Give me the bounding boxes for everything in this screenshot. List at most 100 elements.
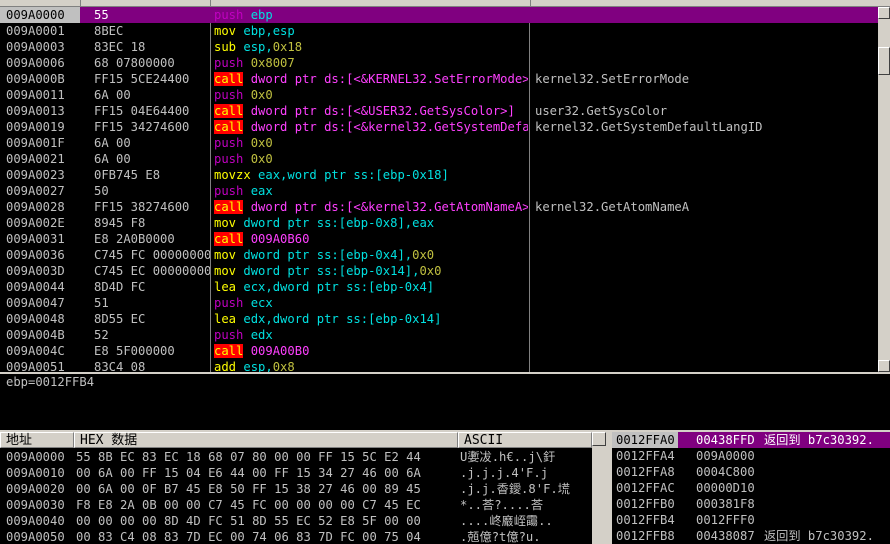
disasm-row[interactable]: 009A001F 6A 00 push 0x0 bbox=[0, 135, 878, 151]
disasm-mnemonic: push bbox=[214, 184, 244, 198]
disasm-instruction: call dword ptr ds:[<&KERNEL32.SetErrorMo… bbox=[214, 71, 528, 87]
disasm-row[interactable]: 009A003D C745 EC 00000000 mov dword ptr ss… bbox=[0, 263, 878, 279]
disasm-address: 009A0001 bbox=[6, 24, 65, 38]
dump-header-ascii[interactable]: ASCII bbox=[458, 432, 592, 448]
disasm-mnemonic: sub bbox=[214, 40, 237, 54]
disasm-instruction: call dword ptr ds:[<&kernel32.GetSystemD… bbox=[214, 119, 528, 135]
disasm-comment: kernel32.SetErrorMode bbox=[535, 72, 690, 86]
stack-value: 00000D10 bbox=[696, 481, 755, 495]
disasm-row[interactable]: 009A0001 8BEC mov ebp,esp bbox=[0, 23, 878, 39]
disasm-instruction: mov dword ptr ss:[ebp-0x4],0x0 bbox=[214, 247, 528, 263]
disasm-immediate: 0x0 bbox=[250, 136, 273, 150]
disasm-row[interactable]: 009A0027 50 push eax bbox=[0, 183, 878, 199]
disasm-instruction: push 0x0 bbox=[214, 151, 528, 167]
disasm-row[interactable]: 009A0003 83EC 18 sub esp,0x18 bbox=[0, 39, 878, 55]
stack-row[interactable]: 0012FFAC 00000D10 bbox=[612, 480, 890, 496]
disasm-hex-bytes: 6A 00 bbox=[94, 88, 131, 102]
disasm-row[interactable]: 009A002E 8945 F8 mov dword ptr ss:[ebp-0x8… bbox=[0, 215, 878, 231]
scroll-up-arrow-icon[interactable] bbox=[878, 7, 890, 19]
scroll-up-arrow-icon[interactable] bbox=[592, 432, 606, 446]
column-divider[interactable] bbox=[210, 0, 211, 6]
disasm-row[interactable]: 009A0051 83C4 08 add esp,0x8 bbox=[0, 359, 878, 372]
stack-row[interactable]: 0012FFB8 00438087 返回到 b7c30392. bbox=[612, 528, 890, 544]
stack-pane[interactable]: 0012FFA0 00438FFD 返回到 b7c30392. 0012FFA4 009… bbox=[612, 432, 890, 544]
disasm-mnemonic: push bbox=[214, 296, 244, 310]
disasm-instruction: call dword ptr ds:[<&USER32.GetSysColor>… bbox=[214, 103, 528, 119]
disasm-address: 009A002E bbox=[6, 216, 65, 230]
stack-row[interactable]: 0012FFA8 0004C800 bbox=[612, 464, 890, 480]
disasm-address: 009A0048 bbox=[6, 312, 65, 326]
stack-value: 00438FFD bbox=[696, 433, 755, 447]
dump-row[interactable]: 009A0050 00 83 C4 08 83 7D EC 00 74 06 83… bbox=[0, 529, 608, 544]
disasm-mnemonic: add bbox=[214, 360, 237, 372]
disasm-row[interactable]: 009A0048 8D55 EC lea edx,dword ptr ss:[ebp… bbox=[0, 311, 878, 327]
dump-header-hex[interactable]: HEX 数据 bbox=[74, 432, 458, 448]
disasm-row[interactable]: 009A0021 6A 00 push 0x0 bbox=[0, 151, 878, 167]
stack-row[interactable]: 0012FFA0 00438FFD 返回到 b7c30392. bbox=[612, 432, 890, 448]
dump-row[interactable]: 009A0000 55 8B EC 83 EC 18 68 07 80 00 00… bbox=[0, 449, 608, 465]
disasm-row[interactable]: 009A004B 52 push edx bbox=[0, 327, 878, 343]
dump-scrollbar[interactable] bbox=[592, 432, 606, 544]
dump-ascii: ....峂黀峌霷.. bbox=[460, 514, 553, 528]
disasm-row[interactable]: 009A0000 55 push ebp bbox=[0, 7, 878, 23]
stack-row[interactable]: 0012FFB4 0012FFF0 bbox=[612, 512, 890, 528]
column-divider[interactable] bbox=[80, 0, 81, 6]
disasm-row[interactable]: 009A0047 51 push ecx bbox=[0, 295, 878, 311]
disasm-row[interactable]: 009A0013 FF15 04E64400 call dword ptr ds:[… bbox=[0, 103, 878, 119]
disasm-row[interactable]: 009A0019 FF15 34274600 call dword ptr ds:[… bbox=[0, 119, 878, 135]
disasm-mnemonic: mov bbox=[214, 264, 237, 278]
disasm-hex-bytes: 6A 00 bbox=[94, 136, 131, 150]
disasm-address: 009A0036 bbox=[6, 248, 65, 262]
disasm-hex-bytes: 6A 00 bbox=[94, 152, 131, 166]
disasm-hex-bytes: 83EC 18 bbox=[94, 40, 146, 54]
dump-row[interactable]: 009A0030 F8 E8 2A 0B 00 00 C7 45 FC 00 00… bbox=[0, 497, 608, 513]
disasm-instruction: push 0x8007 bbox=[214, 55, 528, 71]
disasm-row[interactable]: 009A0011 6A 00 push 0x0 bbox=[0, 87, 878, 103]
dump-address: 009A0020 bbox=[6, 482, 65, 496]
disasm-hex-bytes: 52 bbox=[94, 328, 109, 342]
stack-value: 00438087 bbox=[696, 529, 755, 543]
disasm-row[interactable]: 009A0031 E8 2A0B0000 call 009A0B60 bbox=[0, 231, 878, 247]
disasm-mnemonic: push bbox=[214, 152, 244, 166]
dump-row[interactable]: 009A0040 00 00 00 00 8D 4D FC 51 8D 55 EC… bbox=[0, 513, 608, 529]
disasm-operands: esp, bbox=[243, 40, 273, 54]
disasm-hex-bytes: 8BEC bbox=[94, 24, 124, 38]
disasm-mnemonic: lea bbox=[214, 280, 237, 294]
disasm-address: 009A003D bbox=[6, 264, 65, 278]
disasm-address: 009A0047 bbox=[6, 296, 65, 310]
disasm-row[interactable]: 009A0044 8D4D FC lea ecx,dword ptr ss:[ebp… bbox=[0, 279, 878, 295]
column-divider[interactable] bbox=[530, 0, 531, 6]
disasm-instruction: mov ebp,esp bbox=[214, 23, 528, 39]
disasm-row[interactable]: 009A0028 FF15 38274600 call dword ptr ds:[… bbox=[0, 199, 878, 215]
disasm-row[interactable]: 009A004C E8 5F000000 call 009A00B0 bbox=[0, 343, 878, 359]
stack-value: 0012FFF0 bbox=[696, 513, 755, 527]
disasm-operands: 009A0B60 bbox=[250, 232, 310, 246]
disasm-hex-bytes: C745 FC 00000000 bbox=[94, 248, 210, 262]
disasm-row[interactable]: 009A0023 0FB745 E8 movzx eax,word ptr ss:[… bbox=[0, 167, 878, 183]
disasm-hex-bytes: 8D4D FC bbox=[94, 280, 146, 294]
disasm-mnemonic: call bbox=[214, 104, 244, 118]
disasm-operands: dword ptr ds:[<&kernel32.GetAtomNameA>] bbox=[250, 200, 528, 214]
scroll-thumb[interactable] bbox=[878, 47, 890, 75]
disasm-row[interactable]: 009A000B FF15 5CE24400 call dword ptr ds:[… bbox=[0, 71, 878, 87]
stack-row[interactable]: 0012FFB0 000381F8 bbox=[612, 496, 890, 512]
disasm-address: 009A0019 bbox=[6, 120, 65, 134]
disasm-address: 009A0003 bbox=[6, 40, 65, 54]
dump-row[interactable]: 009A0020 00 6A 00 0F B7 45 E8 50 FF 15 38… bbox=[0, 481, 608, 497]
disasm-operands: edx bbox=[250, 328, 273, 342]
dump-ascii: *..荅?....荅 bbox=[460, 498, 544, 512]
dump-header-address[interactable]: 地址 bbox=[0, 432, 74, 448]
stack-row[interactable]: 0012FFA4 009A0000 bbox=[612, 448, 890, 464]
dump-row[interactable]: 009A0010 00 6A 00 FF 15 04 E6 44 00 FF 15… bbox=[0, 465, 608, 481]
scroll-down-arrow-icon[interactable] bbox=[878, 360, 890, 372]
disasm-instruction: call dword ptr ds:[<&kernel32.GetAtomNam… bbox=[214, 199, 528, 215]
dump-ascii: U嬱冹.h€..j\釪 bbox=[460, 450, 556, 464]
disasm-row[interactable]: 009A0006 68 07800000 push 0x8007 bbox=[0, 55, 878, 71]
disasm-mnemonic: call bbox=[214, 120, 244, 134]
disasm-immediate: 0x0 bbox=[412, 248, 435, 262]
disasm-row[interactable]: 009A0036 C745 FC 00000000 mov dword ptr ss… bbox=[0, 247, 878, 263]
disassembly-pane[interactable]: 009A0000 55 push ebp 009A0001 8BEC mov ebp,es… bbox=[0, 7, 878, 372]
info-pane: ebp=0012FFB4 bbox=[0, 372, 890, 433]
memory-dump-pane[interactable]: 009A0000 55 8B EC 83 EC 18 68 07 80 00 00… bbox=[0, 448, 608, 544]
disassembly-scrollbar[interactable] bbox=[878, 7, 890, 372]
